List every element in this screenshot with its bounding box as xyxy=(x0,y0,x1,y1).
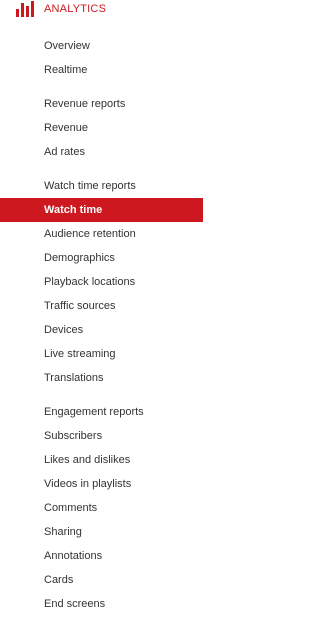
nav-item-end-screens[interactable]: End screens xyxy=(0,592,203,616)
nav-item-subscribers[interactable]: Subscribers xyxy=(0,424,203,448)
analytics-sidebar: ANALYTICS Overview Realtime Revenue repo… xyxy=(0,0,203,623)
nav-item-likes-and-dislikes[interactable]: Likes and dislikes xyxy=(0,448,203,472)
nav-item-videos-in-playlists[interactable]: Videos in playlists xyxy=(0,472,203,496)
nav-item-live-streaming[interactable]: Live streaming xyxy=(0,342,203,366)
nav-item-demographics[interactable]: Demographics xyxy=(0,246,203,270)
analytics-header[interactable]: ANALYTICS xyxy=(0,0,203,22)
nav-item-watch-time[interactable]: Watch time xyxy=(0,198,203,222)
analytics-header-label: ANALYTICS xyxy=(44,3,107,15)
analytics-bar-chart-icon xyxy=(16,1,34,17)
analytics-nav: Overview Realtime Revenue reports Revenu… xyxy=(0,34,203,616)
nav-item-audience-retention[interactable]: Audience retention xyxy=(0,222,203,246)
section-title-engagement-reports: Engagement reports xyxy=(44,406,144,418)
nav-item-overview[interactable]: Overview xyxy=(0,34,203,58)
nav-item-ad-rates[interactable]: Ad rates xyxy=(0,140,203,164)
nav-item-playback-locations[interactable]: Playback locations xyxy=(0,270,203,294)
nav-item-sharing[interactable]: Sharing xyxy=(0,520,203,544)
nav-item-comments[interactable]: Comments xyxy=(0,496,203,520)
nav-item-devices[interactable]: Devices xyxy=(0,318,203,342)
section-title-watch-time-reports: Watch time reports xyxy=(44,180,136,192)
nav-item-realtime[interactable]: Realtime xyxy=(0,58,203,82)
nav-item-revenue[interactable]: Revenue xyxy=(0,116,203,140)
section-title-revenue-reports: Revenue reports xyxy=(44,98,126,110)
nav-item-annotations[interactable]: Annotations xyxy=(0,544,203,568)
nav-item-cards[interactable]: Cards xyxy=(0,568,203,592)
nav-item-traffic-sources[interactable]: Traffic sources xyxy=(0,294,203,318)
nav-item-translations[interactable]: Translations xyxy=(0,366,203,390)
